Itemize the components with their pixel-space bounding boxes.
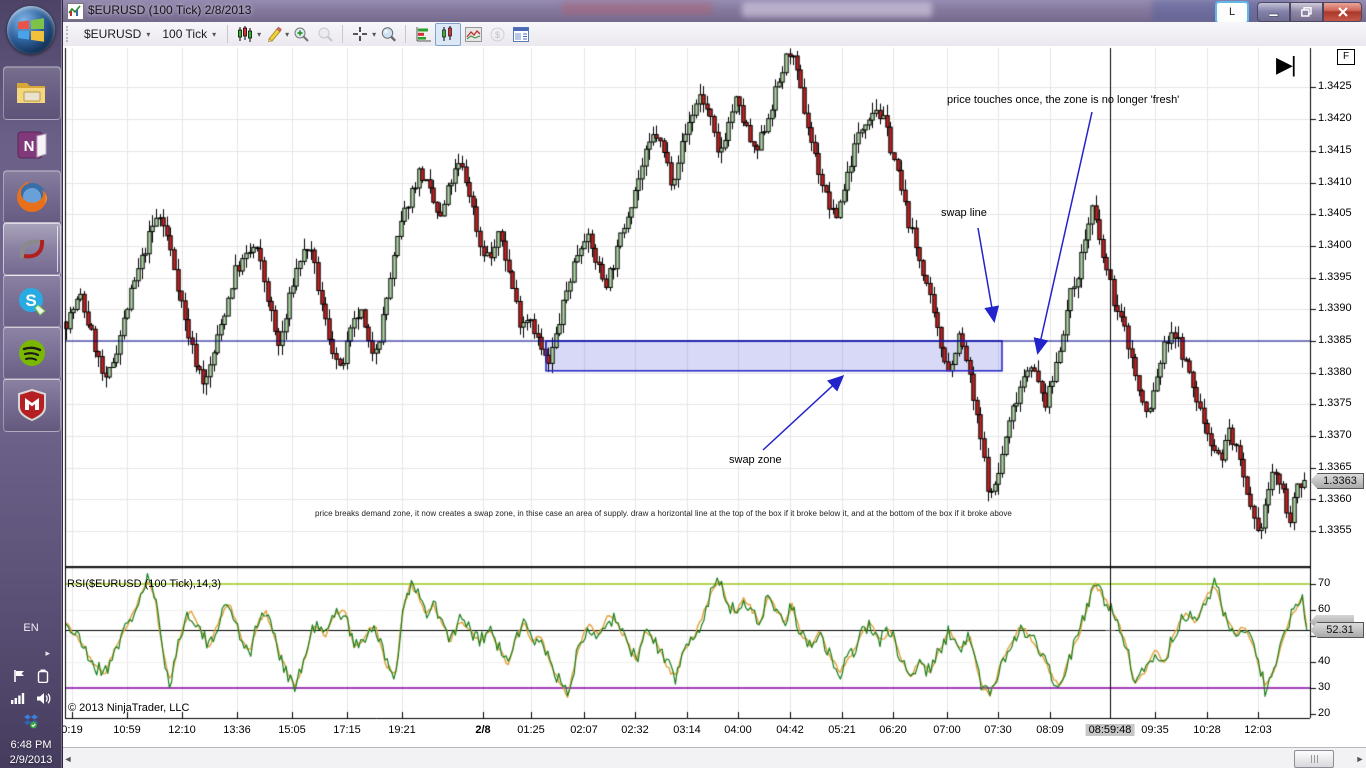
zoom-in-icon xyxy=(293,26,310,43)
taskbar-item-mcafee[interactable] xyxy=(3,378,61,432)
interval-dropdown[interactable]: 100 Tick ▾ xyxy=(156,25,222,43)
system-tray: EN ▸ xyxy=(0,622,62,768)
mcafee-shield-icon xyxy=(17,389,47,421)
lock-button[interactable]: L xyxy=(1217,3,1247,22)
battery-icon[interactable] xyxy=(37,669,49,683)
pencil-icon xyxy=(265,26,282,42)
network-signal-icon[interactable] xyxy=(11,692,26,704)
desktop: N S xyxy=(0,0,1366,768)
market-analyzer-button[interactable] xyxy=(411,24,435,45)
skype-icon: S xyxy=(16,285,48,317)
onenote-icon: N xyxy=(17,130,47,160)
horizontal-scrollbar[interactable]: ◄ ► xyxy=(62,747,1366,768)
window-title: $EURUSD (100 Tick) 2/8/2013 xyxy=(88,3,251,17)
explorer-folder-icon xyxy=(15,79,49,107)
toolbar-separator xyxy=(342,25,343,43)
panel-properties-icon xyxy=(513,27,529,42)
svg-text:$: $ xyxy=(495,30,500,40)
properties-button[interactable] xyxy=(509,24,533,45)
copyright-label: © 2013 NinjaTrader, LLC xyxy=(68,702,189,714)
action-center-flag-icon[interactable] xyxy=(13,669,27,683)
rsi-value-marker: 52.31 xyxy=(1310,622,1364,638)
data-box-button[interactable] xyxy=(376,24,400,45)
svg-text:S: S xyxy=(25,291,36,310)
scrollbar-thumb[interactable] xyxy=(1294,750,1334,768)
restore-button[interactable] xyxy=(1290,2,1323,22)
background-window-smudge xyxy=(562,2,712,15)
clock-time: 6:48 PM xyxy=(0,738,62,753)
zoom-in-button[interactable] xyxy=(289,24,313,45)
zoom-out-icon xyxy=(317,26,334,43)
firefox-icon xyxy=(15,180,49,214)
language-indicator[interactable]: EN xyxy=(0,622,62,634)
go-to-last-bar-icon[interactable]: ▶| xyxy=(1276,54,1295,76)
taskbar-item-skype[interactable]: S xyxy=(3,274,61,328)
clock-date: 2/9/2013 xyxy=(0,753,62,768)
rsi-indicator-label: RSI($EURUSD (100 Tick),14,3) xyxy=(67,578,221,590)
line-chart-icon xyxy=(465,27,482,42)
zoom-out-button[interactable] xyxy=(313,24,337,45)
windows-taskbar: N S xyxy=(0,0,63,768)
window-chart-icon xyxy=(67,3,84,20)
ninjatrader-icon xyxy=(16,236,48,262)
cursor-mode-button[interactable] xyxy=(348,24,372,45)
fixed-scale-button[interactable]: F xyxy=(1337,49,1355,65)
toolbar-grip[interactable] xyxy=(66,26,73,42)
analyzer-bars-icon xyxy=(415,26,432,42)
taskbar-item-onenote[interactable]: N xyxy=(3,118,61,172)
magnifier-icon xyxy=(380,26,397,43)
windows-logo-icon xyxy=(17,17,45,43)
chart-toolbar: $EURUSD ▾ 100 Tick ▾ ▾ xyxy=(62,22,1366,47)
chart-area: 1.34251.34201.34151.34101.34051.34001.33… xyxy=(62,46,1366,747)
volume-speaker-icon[interactable] xyxy=(36,692,51,705)
annotation-fresh-note[interactable]: price touches once, the zone is no longe… xyxy=(947,94,1179,106)
annotation-bottom-note[interactable]: price breaks demand zone, it now creates… xyxy=(315,509,1012,518)
instrument-label: $EURUSD xyxy=(84,27,141,41)
chart-style-button[interactable] xyxy=(233,24,257,45)
taskbar-item-spotify[interactable] xyxy=(3,326,61,380)
start-button[interactable] xyxy=(7,6,55,54)
scroll-right-button[interactable]: ► xyxy=(1354,748,1366,768)
indicator-window-button[interactable] xyxy=(461,24,485,45)
dropbox-icon[interactable] xyxy=(23,714,39,729)
price-chart-canvas[interactable] xyxy=(62,46,1366,747)
toolbar-separator xyxy=(405,25,406,43)
background-window-smudge xyxy=(742,2,932,17)
close-button[interactable] xyxy=(1323,2,1362,22)
svg-text:N: N xyxy=(24,138,35,155)
annotation-swap-zone[interactable]: swap zone xyxy=(729,454,782,466)
taskbar-clock[interactable]: 6:48 PM 2/9/2013 xyxy=(0,738,62,768)
annotation-swap-line[interactable]: swap line xyxy=(941,207,987,219)
window-titlebar[interactable]: $EURUSD (100 Tick) 2/8/2013 L xyxy=(62,0,1366,23)
spotify-icon xyxy=(16,337,48,369)
dollar-icon: $ xyxy=(490,27,505,42)
drawing-tools-button[interactable] xyxy=(261,24,285,45)
candle-panel-icon xyxy=(440,26,456,42)
ninjatrader-chart-window: $EURUSD (100 Tick) 2/8/2013 L $EURUSD ▾ xyxy=(62,0,1366,768)
taskbar-item-ninjatrader[interactable] xyxy=(3,222,61,276)
last-price-marker: 1.3363 xyxy=(1310,473,1364,489)
show-hidden-icons-button[interactable]: ▸ xyxy=(0,648,62,659)
instrument-dropdown[interactable]: $EURUSD ▾ xyxy=(78,25,156,43)
minimize-button[interactable] xyxy=(1257,2,1290,22)
account-data-button[interactable]: $ xyxy=(485,24,509,45)
chevron-down-icon: ▾ xyxy=(146,30,150,39)
chevron-down-icon: ▾ xyxy=(212,30,216,39)
candlestick-style-icon xyxy=(237,26,253,42)
taskbar-item-firefox[interactable] xyxy=(3,170,61,224)
chart-panel-button[interactable] xyxy=(435,23,461,46)
toolbar-separator xyxy=(227,25,228,43)
scroll-left-button[interactable]: ◄ xyxy=(62,748,74,768)
interval-label: 100 Tick xyxy=(162,27,207,41)
taskbar-item-explorer[interactable] xyxy=(3,66,61,120)
crosshair-icon xyxy=(352,26,368,42)
